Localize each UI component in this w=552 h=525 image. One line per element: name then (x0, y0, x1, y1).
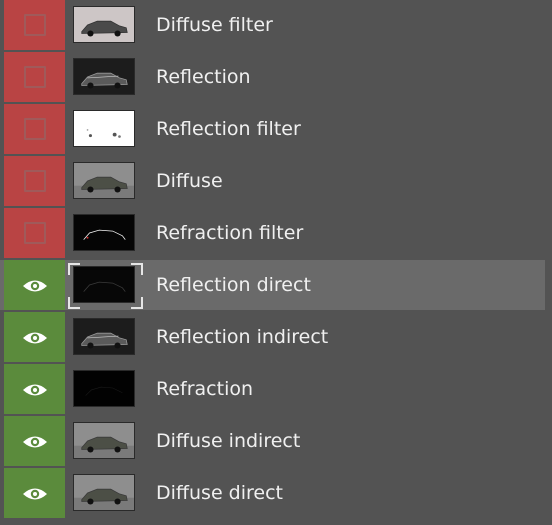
layer-name[interactable]: Refraction filter (156, 208, 303, 258)
selection-corner-br (131, 297, 143, 309)
empty-checkbox-icon (23, 14, 46, 36)
layer-thumbnail[interactable] (73, 214, 135, 251)
selection-corner-bl (68, 297, 80, 309)
layer-name[interactable]: Diffuse indirect (156, 416, 300, 466)
layer-row[interactable]: Diffuse (0, 156, 552, 206)
visibility-toggle-off[interactable] (4, 104, 65, 154)
layer-name[interactable]: Reflection (156, 52, 251, 102)
panel-bottom-edge (0, 520, 552, 525)
empty-checkbox-icon (23, 118, 46, 140)
visibility-toggle-off[interactable] (4, 208, 65, 258)
layer-row[interactable]: Reflection indirect (0, 312, 552, 362)
layer-name[interactable]: Reflection indirect (156, 312, 328, 362)
layer-name[interactable]: Diffuse filter (156, 0, 273, 50)
panel-right-edge (545, 0, 552, 525)
layer-row[interactable]: Refraction filter (0, 208, 552, 258)
layer-row[interactable]: Diffuse filter (0, 0, 552, 50)
visibility-toggle-on[interactable] (4, 260, 65, 310)
layer-thumbnail[interactable] (73, 6, 135, 43)
layer-row[interactable]: Reflection direct (0, 260, 552, 310)
visibility-toggle-on[interactable] (4, 468, 65, 518)
eye-icon (22, 486, 48, 500)
layer-row[interactable]: Diffuse indirect (0, 416, 552, 466)
layer-thumbnail[interactable] (73, 370, 135, 407)
selection-corner-tr (131, 263, 143, 275)
layer-name[interactable]: Reflection filter (156, 104, 301, 154)
visibility-toggle-off[interactable] (4, 156, 65, 206)
eye-icon (22, 330, 48, 344)
visibility-toggle-off[interactable] (4, 0, 65, 50)
layer-thumbnail[interactable] (73, 266, 135, 303)
layer-row[interactable]: Reflection (0, 52, 552, 102)
visibility-toggle-off[interactable] (4, 52, 65, 102)
empty-checkbox-icon (23, 222, 46, 244)
layer-row[interactable]: Reflection filter (0, 104, 552, 154)
layer-row[interactable]: Refraction (0, 364, 552, 414)
layer-name[interactable]: Reflection direct (156, 260, 311, 310)
eye-icon (22, 382, 48, 396)
visibility-toggle-on[interactable] (4, 416, 65, 466)
layer-thumbnail[interactable] (73, 474, 135, 511)
layer-thumbnail[interactable] (73, 110, 135, 147)
layer-thumbnail[interactable] (73, 422, 135, 459)
layer-name[interactable]: Diffuse direct (156, 468, 283, 518)
layer-row[interactable]: Diffuse direct (0, 468, 552, 518)
layer-name[interactable]: Diffuse (156, 156, 223, 206)
layers-panel: Diffuse filter Reflection Reflection fil… (0, 0, 552, 525)
layer-thumbnail[interactable] (73, 58, 135, 95)
selection-corner-tl (68, 263, 80, 275)
visibility-toggle-on[interactable] (4, 364, 65, 414)
visibility-toggle-on[interactable] (4, 312, 65, 362)
empty-checkbox-icon (23, 170, 46, 192)
layer-list: Diffuse filter Reflection Reflection fil… (0, 0, 552, 520)
eye-icon (22, 434, 48, 448)
layer-thumbnail[interactable] (73, 162, 135, 199)
eye-icon (22, 278, 48, 292)
layer-thumbnail[interactable] (73, 318, 135, 355)
layer-name[interactable]: Refraction (156, 364, 253, 414)
empty-checkbox-icon (23, 66, 46, 88)
